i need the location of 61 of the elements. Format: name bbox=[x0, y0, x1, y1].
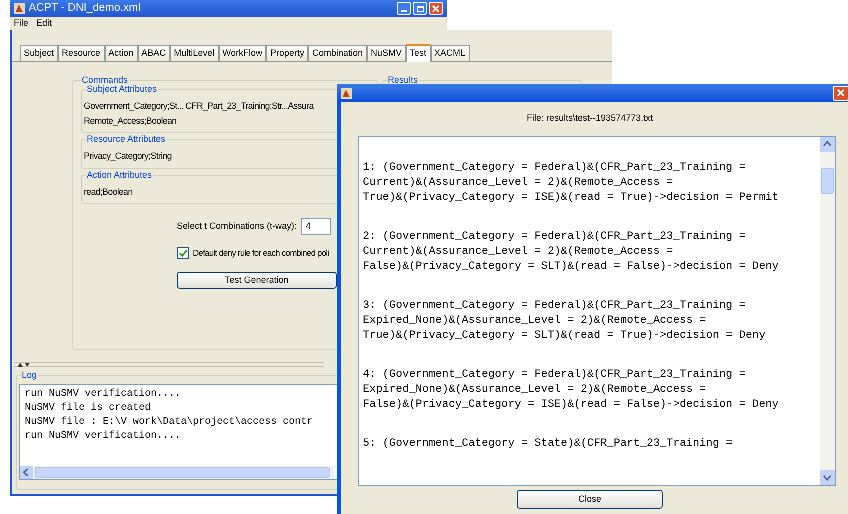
horizontal-scrollbar[interactable] bbox=[20, 466, 335, 479]
log-line: run NuSMV verification.... bbox=[25, 388, 182, 402]
attribute-text: Government_Category;St... CFR_Part_23_Training;Str...Assura bbox=[84, 100, 314, 113]
result-line: 5: (Government_Category = State)&(CFR_Part_23_Training = bbox=[363, 437, 733, 452]
log-line: NuSMV file : E:\V work\Data\project\access contr bbox=[25, 416, 314, 430]
result-line: 2: (Government_Category = Federal)&(CFR_Part_23_Training = bbox=[363, 230, 746, 245]
menu-item[interactable]: Edit bbox=[36, 16, 52, 30]
t-way-field[interactable]: 4 bbox=[301, 218, 332, 235]
result-line: True)&(Privacy_Category = SLT)&(read = True)->decision = Deny bbox=[363, 329, 766, 344]
scroll-down-icon[interactable] bbox=[820, 470, 835, 485]
menu-item[interactable]: File bbox=[14, 16, 29, 30]
vertical-scrollbar[interactable] bbox=[820, 137, 835, 485]
attribute-text: Remote_Access;Boolean bbox=[84, 114, 177, 128]
group-title: Log bbox=[21, 369, 38, 382]
scrollbar-thumb[interactable] bbox=[35, 467, 330, 478]
scrollbar-thumb[interactable] bbox=[821, 168, 834, 194]
result-line: False)&(Privacy_Category = SLT)&(read = False)->decision = Deny bbox=[363, 260, 779, 275]
tab[interactable]: Action bbox=[104, 45, 138, 61]
window-title: ACPT - DNI_demo.xml bbox=[29, 1, 141, 16]
checkbox-label: Default deny rule for each combined poli bbox=[193, 247, 330, 260]
app-icon bbox=[341, 88, 352, 98]
maximize-button[interactable] bbox=[413, 2, 427, 15]
app-icon bbox=[14, 3, 25, 14]
scroll-up-icon[interactable] bbox=[820, 137, 835, 152]
close-button[interactable] bbox=[833, 86, 848, 100]
tab[interactable]: XACML bbox=[430, 45, 470, 61]
tab[interactable]: MultiLevel bbox=[170, 45, 219, 61]
attribute-text: Privacy_Category;String bbox=[84, 150, 172, 163]
log-line: run NuSMV verification.... bbox=[25, 430, 182, 444]
result-line: Current)&(Assurance_Level = 2)&(Remote_Access = bbox=[363, 245, 674, 260]
tab[interactable]: Combination bbox=[308, 45, 368, 61]
close-button[interactable] bbox=[429, 2, 443, 15]
scroll-left-icon[interactable] bbox=[20, 466, 33, 479]
result-line: 3: (Government_Category = Federal)&(CFR_Part_23_Training = bbox=[363, 299, 746, 314]
minimize-button[interactable] bbox=[397, 2, 411, 15]
tab[interactable]: NuSMV bbox=[367, 45, 406, 61]
checkbox[interactable] bbox=[177, 247, 189, 260]
result-line: Expired_None)&(Assurance_Level = 2)&(Remote_Access = bbox=[363, 314, 706, 329]
expand-arrow-icon[interactable] bbox=[25, 362, 30, 366]
result-line: Current)&(Assurance_Level = 2)&(Remote_Access = bbox=[363, 176, 674, 191]
result-line: 4: (Government_Category = Federal)&(CFR_Part_23_Training = bbox=[363, 368, 746, 383]
tab[interactable]: WorkFlow bbox=[218, 45, 266, 61]
result-line: False)&(Privacy_Category = ISE)&(read = False)->decision = Deny bbox=[363, 398, 779, 413]
tab[interactable]: Test bbox=[406, 44, 431, 62]
result-line: Expired_None)&(Assurance_Level = 2)&(Remote_Access = bbox=[363, 383, 706, 398]
group-title: Subject Attributes bbox=[86, 83, 158, 96]
close-icon bbox=[432, 4, 440, 12]
test-generation-button[interactable]: Test Generation bbox=[177, 272, 337, 289]
result-line: 1: (Government_Category = Federal)&(CFR_Part_23_Training = bbox=[363, 161, 746, 176]
log-line: NuSMV file is created bbox=[25, 402, 152, 416]
close-button[interactable]: Close bbox=[517, 490, 663, 509]
close-icon bbox=[837, 89, 845, 97]
collapse-arrow-icon[interactable] bbox=[18, 362, 23, 366]
tab[interactable]: Resource bbox=[58, 45, 105, 61]
attribute-text: read;Boolean bbox=[84, 186, 133, 198]
tab[interactable]: ABAC bbox=[138, 45, 170, 61]
tab[interactable]: Property bbox=[266, 45, 308, 61]
field-label: Select t Combinations (t-way): bbox=[177, 220, 298, 233]
file-label: File: results\test--193574773.txt bbox=[526, 112, 654, 126]
result-line: True)&(Privacy_Category = ISE)&(read = True)->decision = Permit bbox=[363, 191, 779, 206]
tab[interactable]: Subject bbox=[20, 45, 58, 61]
